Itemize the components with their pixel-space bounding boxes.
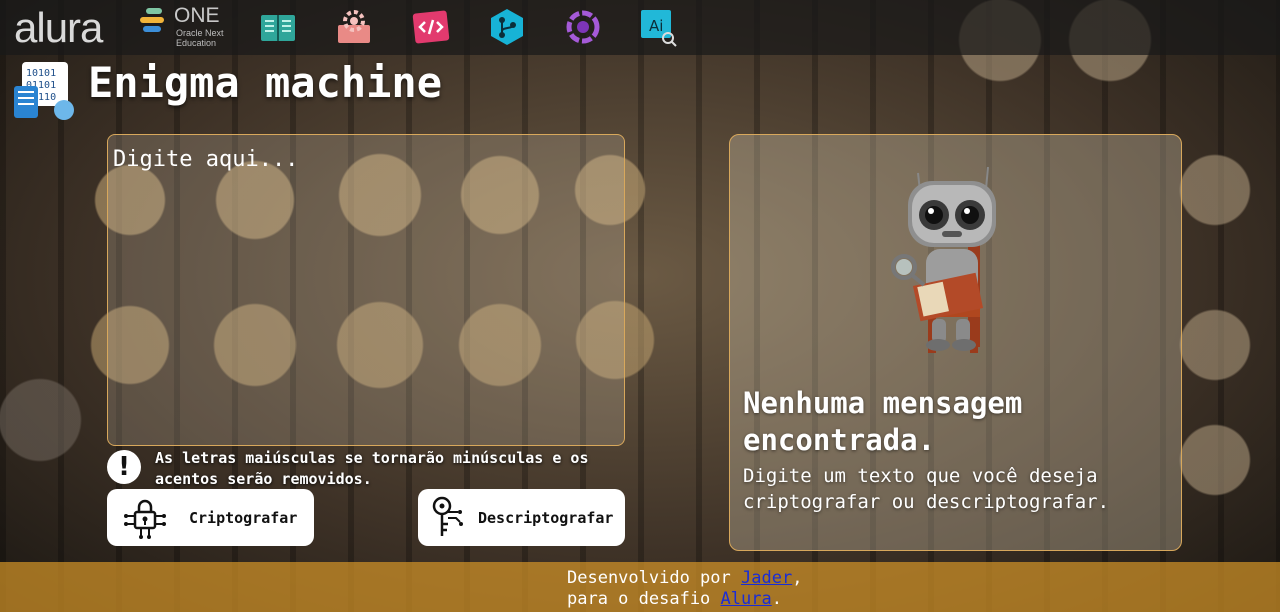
footer: Desenvolvido por Jader, para o desafio A… (0, 562, 1280, 612)
one-logo-subtitle: Oracle Next Education (176, 28, 224, 48)
oracle-next-education-logo[interactable]: ONE Oracle Next Education (140, 4, 230, 52)
message-input-panel (107, 134, 625, 446)
footer-period: . (771, 589, 782, 609)
git-branch-icon[interactable] (487, 7, 527, 47)
binary-code-icon: 10101 01101 10110 (14, 62, 74, 120)
map-book-icon[interactable] (258, 7, 298, 47)
exclamation-icon: ! (107, 450, 141, 484)
empty-message-title: Nenhuma mensagem encontrada. (743, 386, 1023, 457)
message-input[interactable] (108, 135, 624, 445)
decrypt-button-label: Descriptografar (478, 508, 614, 527)
openai-icon[interactable] (563, 7, 603, 47)
footer-comma: , (792, 568, 803, 588)
encrypt-button[interactable]: Criptografar (107, 489, 314, 546)
page-title: Enigma machine (88, 58, 443, 107)
alura-challenge-link[interactable]: Alura (721, 589, 772, 609)
code-tag-icon[interactable] (411, 7, 451, 47)
one-logo-mark-icon (140, 8, 164, 32)
top-nav-bar: alura ONE Oracle Next Education Ai (0, 0, 1280, 55)
gear-book-icon[interactable] (334, 7, 374, 47)
footer-prefix: Desenvolvido por (567, 568, 741, 588)
footer-line-1: Desenvolvido por Jader, (567, 568, 802, 589)
ai-search-icon[interactable]: Ai (638, 7, 678, 47)
svg-text:10101: 10101 (26, 68, 56, 79)
lock-circuit-icon (124, 499, 166, 539)
footer-credits: Desenvolvido por Jader, para o desafio A… (567, 568, 802, 610)
key-circuit-icon (432, 496, 463, 536)
empty-message-text: Digite um texto que você deseja criptogr… (743, 465, 1110, 513)
warning-text: As letras maiúsculas se tornarão minúscu… (155, 449, 589, 488)
one-logo-word: ONE (174, 4, 220, 27)
decrypt-button[interactable]: Descriptografar (418, 489, 625, 546)
svg-text:Ai: Ai (649, 17, 663, 35)
footer-line-2: para o desafio Alura. (567, 589, 802, 610)
output-panel: Nenhuma mensagem encontrada. Digite um t… (729, 134, 1182, 551)
author-link[interactable]: Jader (741, 568, 792, 588)
footer-challenge-prefix: para o desafio (567, 589, 721, 609)
encrypt-button-label: Criptografar (189, 508, 298, 527)
warning-note: ! As letras maiúsculas se tornarão minús… (107, 448, 627, 490)
alura-logo[interactable]: alura (14, 4, 103, 52)
reading-robot-illustration (891, 167, 996, 353)
